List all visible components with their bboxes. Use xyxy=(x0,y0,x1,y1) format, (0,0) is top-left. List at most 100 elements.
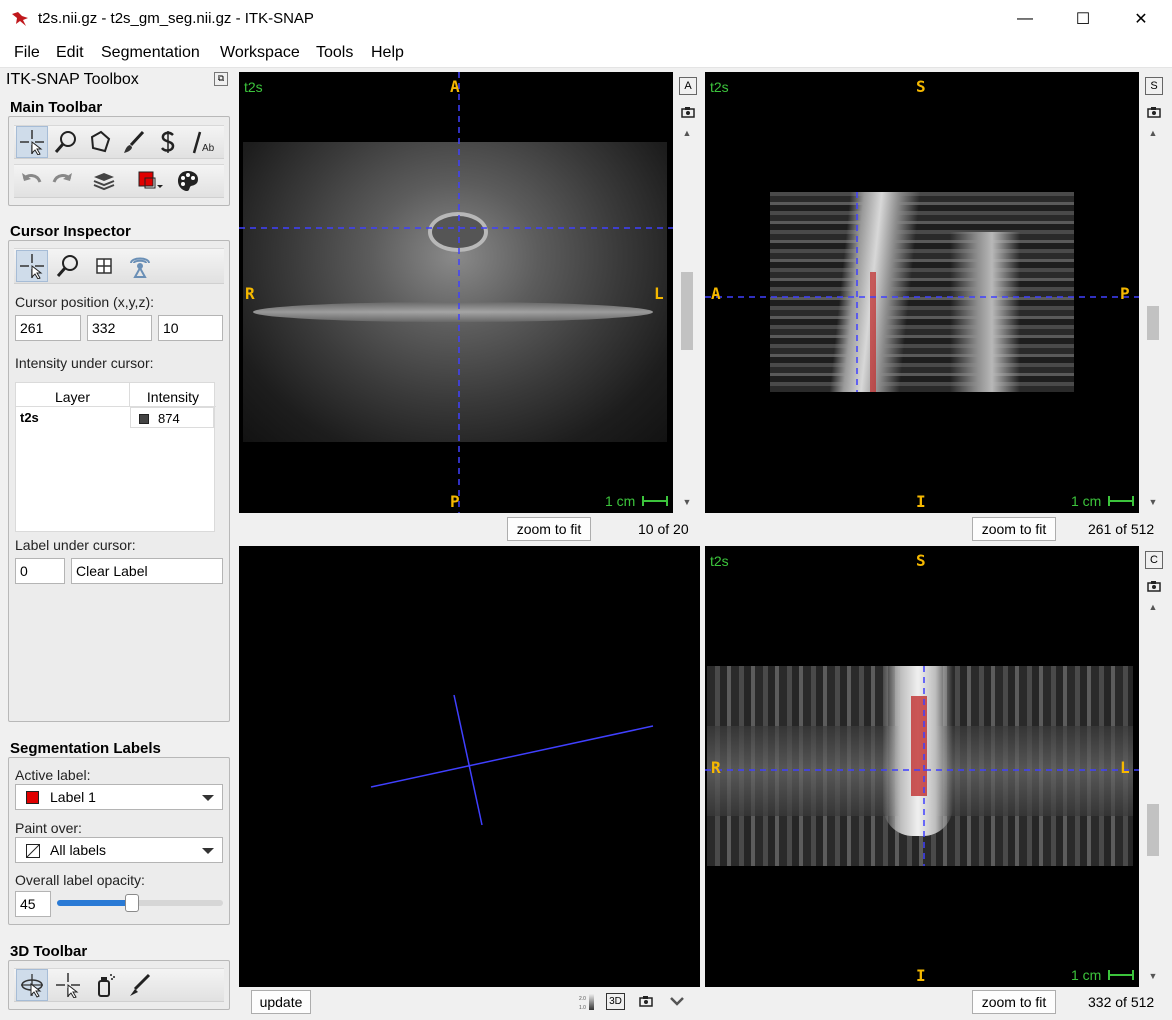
coronal-view[interactable]: t2s S I R L 1 cm xyxy=(705,546,1139,987)
scalar-bar-icon[interactable]: 2.0 1.0 xyxy=(579,993,595,1011)
scroll-thumb[interactable] xyxy=(1147,306,1159,340)
menu-workspace[interactable]: Workspace xyxy=(220,44,300,62)
scale-bar-label: 1 cm xyxy=(1071,493,1102,509)
active-label-value: Label 1 xyxy=(50,789,96,805)
undock-icon[interactable]: ⧉ xyxy=(214,72,228,86)
close-icon: ✕ xyxy=(1134,11,1148,28)
sagittal-slice-counter: 261 of 512 xyxy=(1088,521,1155,537)
scalpel-icon[interactable] xyxy=(124,969,156,1001)
three-d-view[interactable] xyxy=(239,546,700,987)
palette-icon[interactable] xyxy=(172,165,204,197)
axial-view-tag[interactable]: A xyxy=(679,77,697,95)
scroll-down-icon[interactable]: ▼ xyxy=(1145,971,1161,985)
label-id-field[interactable]: 0 xyxy=(15,558,65,584)
orientation-right: P xyxy=(1120,284,1130,303)
scroll-down-icon[interactable]: ▼ xyxy=(1145,497,1161,511)
paintbrush-tool-icon[interactable] xyxy=(118,126,150,158)
orientation-left: A xyxy=(711,284,721,303)
sagittal-view-tag[interactable]: S xyxy=(1145,77,1163,95)
minimize-button[interactable]: — xyxy=(996,0,1054,38)
paint-over-dropdown[interactable]: All labels xyxy=(15,837,223,863)
opacity-slider[interactable] xyxy=(57,894,223,912)
redo-icon[interactable] xyxy=(46,165,78,197)
scale-bar-label: 1 cm xyxy=(605,493,636,509)
camera-icon[interactable] xyxy=(1145,577,1163,595)
view-3d-toggle[interactable]: 3D xyxy=(606,993,625,1010)
polygon-tool-icon[interactable] xyxy=(84,126,116,158)
svg-text:2.0: 2.0 xyxy=(579,996,586,1002)
chevron-down-icon xyxy=(202,848,214,854)
menu-tools[interactable]: Tools xyxy=(316,44,353,62)
layer-name: t2s xyxy=(710,79,729,95)
orientation-top: S xyxy=(916,551,926,570)
sagittal-zoom-to-fit-button[interactable]: zoom to fit xyxy=(972,517,1056,541)
all-labels-icon xyxy=(26,844,40,858)
orientation-left: R xyxy=(245,284,255,303)
axial-zoom-to-fit-button[interactable]: zoom to fit xyxy=(507,517,591,541)
update-button[interactable]: update xyxy=(251,990,311,1014)
sync-icon[interactable] xyxy=(124,250,156,282)
column-header-intensity[interactable]: Intensity xyxy=(130,383,216,407)
coronal-slice-counter: 332 of 512 xyxy=(1088,994,1155,1010)
sagittal-slice-scrollbar[interactable]: ▲ ▼ xyxy=(1145,126,1161,513)
label-color-icon[interactable] xyxy=(134,165,166,197)
menu-bar: File Edit Segmentation Workspace Tools H… xyxy=(0,38,1172,68)
undo-icon[interactable] xyxy=(16,165,48,197)
menu-segmentation[interactable]: Segmentation xyxy=(101,44,200,62)
layers-icon[interactable] xyxy=(88,165,120,197)
active-label-dropdown[interactable]: Label 1 xyxy=(15,784,223,810)
maximize-button[interactable]: ☐ xyxy=(1054,0,1112,38)
scale-bar xyxy=(1108,496,1134,506)
coronal-zoom-to-fit-button[interactable]: zoom to fit xyxy=(972,990,1056,1014)
snake-tool-icon[interactable] xyxy=(152,126,184,158)
active-label-caption: Active label: xyxy=(15,767,91,783)
crosshair-3d-icon[interactable] xyxy=(52,969,84,1001)
chevron-down-icon[interactable] xyxy=(669,994,685,1010)
coronal-slice-scrollbar[interactable]: ▲ ▼ xyxy=(1145,600,1161,987)
inspector-crosshair-icon[interactable] xyxy=(16,250,48,282)
axial-slice-counter: 10 of 20 xyxy=(638,521,689,537)
rotate-3d-icon[interactable] xyxy=(16,969,48,1001)
column-header-layer[interactable]: Layer xyxy=(16,383,130,407)
toolbar-3d-title: 3D Toolbar xyxy=(10,943,88,960)
main-toolbar-title: Main Toolbar xyxy=(10,99,103,116)
camera-icon[interactable] xyxy=(639,994,653,1010)
axial-slice-scrollbar[interactable]: ▲ ▼ xyxy=(679,126,695,513)
annotation-tool-icon[interactable]: Ab xyxy=(186,126,218,158)
close-button[interactable]: ✕ xyxy=(1112,0,1170,38)
cursor-z-field[interactable]: 10 xyxy=(158,315,223,341)
camera-icon[interactable] xyxy=(1145,103,1163,121)
orientation-bottom: I xyxy=(916,966,926,985)
scroll-thumb[interactable] xyxy=(1147,804,1159,856)
spray-paint-icon[interactable] xyxy=(88,969,120,1001)
inspector-zoom-icon[interactable] xyxy=(52,250,84,282)
axial-view[interactable]: t2s A P R L 1 cm xyxy=(239,72,673,513)
orientation-top: A xyxy=(450,77,460,96)
menu-edit[interactable]: Edit xyxy=(56,44,84,62)
camera-icon[interactable] xyxy=(679,103,697,121)
orientation-right: L xyxy=(1120,758,1130,777)
intensity-value: 874 xyxy=(158,411,180,426)
maximize-icon: ☐ xyxy=(1075,11,1091,28)
scroll-up-icon[interactable]: ▲ xyxy=(1145,602,1161,616)
opacity-value-field[interactable]: 45 xyxy=(15,891,51,917)
menu-file[interactable]: File xyxy=(14,44,40,62)
label-under-cursor-caption: Label under cursor: xyxy=(15,537,136,553)
scroll-up-icon[interactable]: ▲ xyxy=(679,128,695,142)
cursor-y-field[interactable]: 332 xyxy=(87,315,152,341)
table-row-layer[interactable]: t2s xyxy=(20,410,39,425)
table-row-intensity-cell: 874 xyxy=(130,407,214,428)
coronal-view-tag[interactable]: C xyxy=(1145,551,1163,569)
window-title: t2s.nii.gz - t2s_gm_seg.nii.gz - ITK-SNA… xyxy=(38,10,314,27)
menu-help[interactable]: Help xyxy=(371,44,404,62)
scroll-thumb[interactable] xyxy=(681,272,693,350)
scroll-down-icon[interactable]: ▼ xyxy=(679,497,695,511)
zoom-tool-icon[interactable] xyxy=(50,126,82,158)
scroll-up-icon[interactable]: ▲ xyxy=(1145,128,1161,142)
cursor-x-field[interactable]: 261 xyxy=(15,315,81,341)
crosshair-tool-icon[interactable] xyxy=(16,126,48,158)
grid-view-icon[interactable] xyxy=(88,250,120,282)
opacity-slider-handle[interactable] xyxy=(124,894,139,912)
label-name-field[interactable]: Clear Label xyxy=(71,558,223,584)
sagittal-view[interactable]: t2s S I A P 1 cm xyxy=(705,72,1139,513)
